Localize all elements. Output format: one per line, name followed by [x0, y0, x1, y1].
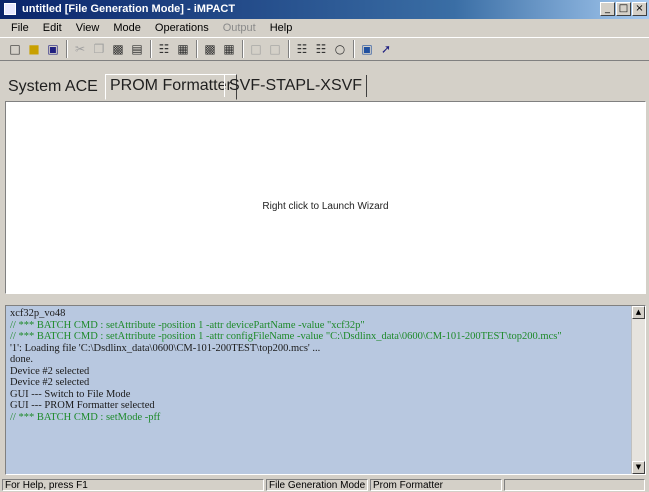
zoom-icon[interactable]: ☷ — [312, 40, 330, 58]
status-extra — [504, 479, 645, 491]
help-icon[interactable]: ➚ — [377, 40, 395, 58]
wizard-hint: Right click to Launch Wizard — [262, 201, 389, 212]
toolbar-separator — [353, 40, 355, 58]
console-scrollbar[interactable]: ▲ ▼ — [631, 306, 645, 474]
toolbar: □ ■ ▣ ✂ ❐ ▩ ▤ ☷ ▦ ▩ ▦ □ □ ☷ ☷ ○ ▣ ➚ — [0, 37, 649, 61]
toolbar-separator — [196, 40, 198, 58]
console-line: // *** BATCH CMD : setAttribute -positio… — [10, 319, 365, 331]
refresh-icon[interactable]: ○ — [331, 40, 349, 58]
tab-prom-formatter[interactable]: PROM Formatter — [105, 74, 237, 100]
window-controls: _ □ × — [600, 2, 647, 16]
menu-view[interactable]: View — [69, 22, 107, 34]
console-line: xcf32p_vo48 — [10, 308, 66, 319]
debug-icon[interactable]: ▦ — [174, 40, 192, 58]
open-icon[interactable]: ■ — [25, 40, 43, 58]
copy-icon[interactable]: ❐ — [90, 40, 108, 58]
save-icon[interactable]: ▣ — [44, 40, 62, 58]
console-line: GUI --- PROM Formatter selected — [10, 400, 155, 411]
device-icon[interactable]: ▦ — [220, 40, 238, 58]
console-line: GUI --- Switch to File Mode — [10, 388, 131, 400]
program-icon[interactable]: ▣ — [358, 40, 376, 58]
window-title: untitled [File Generation Mode] - iMPACT — [22, 3, 236, 15]
config-icon[interactable]: □ — [266, 40, 284, 58]
menu-file[interactable]: File — [4, 22, 36, 34]
paste-icon[interactable]: ▩ — [109, 40, 127, 58]
grid-icon[interactable]: □ — [247, 40, 265, 58]
app-icon — [4, 3, 16, 15]
menu-mode[interactable]: Mode — [106, 22, 148, 34]
step-icon[interactable]: ▩ — [201, 40, 219, 58]
scroll-down-icon[interactable]: ▼ — [632, 461, 645, 474]
scroll-up-icon[interactable]: ▲ — [632, 306, 645, 319]
cut-icon[interactable]: ✂ — [71, 40, 89, 58]
status-bar: For Help, press F1 File Generation Mode … — [0, 478, 649, 492]
console-panel: xcf32p_vo48 // *** BATCH CMD : setAttrib… — [5, 305, 646, 475]
toolbar-separator — [66, 40, 68, 58]
menu-output[interactable]: Output — [216, 22, 263, 34]
console-line: // *** BATCH CMD : setMode -pff — [10, 411, 161, 423]
menu-help[interactable]: Help — [263, 22, 300, 34]
close-button[interactable]: × — [632, 2, 647, 16]
console-line: done. — [10, 354, 34, 365]
console-line: // *** BATCH CMD : setAttribute -positio… — [10, 331, 562, 342]
menu-edit[interactable]: Edit — [36, 22, 69, 34]
new-icon[interactable]: □ — [6, 40, 24, 58]
tab-svf-stapl-xsvf[interactable]: SVF-STAPL-XSVF — [224, 75, 368, 97]
console-line: Device #2 selected — [10, 377, 90, 388]
fit-icon[interactable]: ☷ — [293, 40, 311, 58]
workspace-panel[interactable]: Right click to Launch Wizard — [5, 101, 646, 294]
title-bar: untitled [File Generation Mode] - iMPACT… — [0, 0, 649, 19]
console-line: '1': Loading file 'C:\Dsdlinx_data\0600\… — [10, 342, 321, 354]
console-line: Device #2 selected — [10, 365, 90, 377]
toolbar-separator — [288, 40, 290, 58]
chain-icon[interactable]: ☷ — [155, 40, 173, 58]
mode-tabs: System ACE PROM Formatter SVF-STAPL-XSVF — [0, 62, 649, 100]
status-help: For Help, press F1 — [2, 479, 264, 491]
tab-system-ace[interactable]: System ACE — [4, 76, 102, 98]
maximize-button[interactable]: □ — [616, 2, 631, 16]
menu-bar: File Edit View Mode Operations Output He… — [0, 19, 649, 37]
menu-operations[interactable]: Operations — [148, 22, 216, 34]
status-mode: File Generation Mode — [266, 479, 368, 491]
print-icon[interactable]: ▤ — [128, 40, 146, 58]
toolbar-separator — [242, 40, 244, 58]
minimize-button[interactable]: _ — [600, 2, 615, 16]
console-lines: xcf32p_vo48 // *** BATCH CMD : setAttrib… — [10, 308, 629, 423]
status-tool: Prom Formatter — [370, 479, 502, 491]
toolbar-separator — [150, 40, 152, 58]
